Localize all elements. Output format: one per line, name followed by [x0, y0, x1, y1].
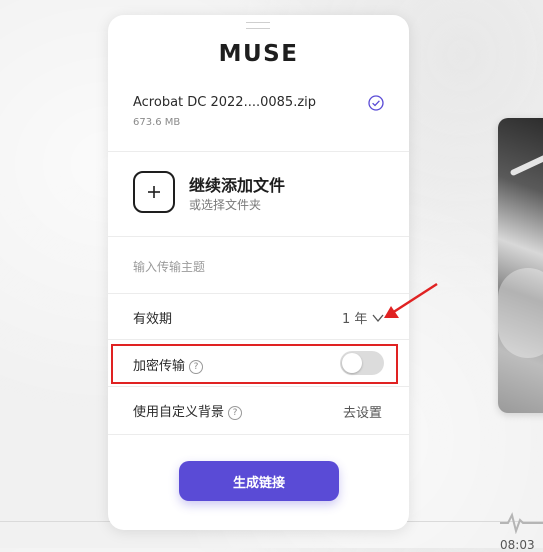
background-preview-image	[498, 118, 543, 413]
divider	[108, 386, 409, 387]
file-size: 673.6 MB	[133, 117, 181, 128]
file-name: Acrobat DC 2022....0085.zip	[133, 95, 317, 110]
check-circle-icon	[368, 95, 384, 111]
divider	[108, 293, 409, 294]
plus-icon	[148, 186, 160, 198]
brand-title: MUSE	[218, 41, 299, 67]
custom-bg-row: 使用自定义背景?	[133, 401, 243, 420]
corner-text: 08:03	[500, 538, 535, 552]
annotation-highlight-box	[111, 344, 398, 384]
select-folder-link[interactable]: 或选择文件夹	[189, 196, 261, 213]
add-files-row[interactable]: 继续添加文件 或选择文件夹	[108, 153, 409, 235]
add-files-button[interactable]	[133, 171, 175, 213]
custom-bg-settings-link[interactable]: 去设置	[343, 402, 382, 421]
subject-input[interactable]	[133, 255, 383, 279]
expiry-value: 1 年	[342, 312, 368, 327]
divider	[108, 236, 409, 237]
drag-handle[interactable]	[246, 22, 270, 29]
divider	[108, 339, 409, 340]
custom-bg-label: 使用自定义背景	[133, 405, 225, 420]
divider	[108, 434, 409, 435]
transfer-panel: MUSE Acrobat DC 2022....0085.zip 673.6 M…	[108, 15, 409, 530]
divider	[108, 151, 409, 152]
question-circle-icon[interactable]: ?	[228, 406, 243, 420]
pulse-icon	[500, 512, 543, 534]
expiry-label: 有效期	[133, 312, 173, 327]
add-files-title[interactable]: 继续添加文件	[189, 172, 285, 196]
generate-link-button[interactable]: 生成链接	[179, 461, 339, 501]
expiry-select[interactable]: 1 年	[340, 305, 390, 327]
chevron-down-icon	[372, 314, 384, 323]
file-item: Acrobat DC 2022....0085.zip 673.6 MB	[108, 87, 409, 151]
